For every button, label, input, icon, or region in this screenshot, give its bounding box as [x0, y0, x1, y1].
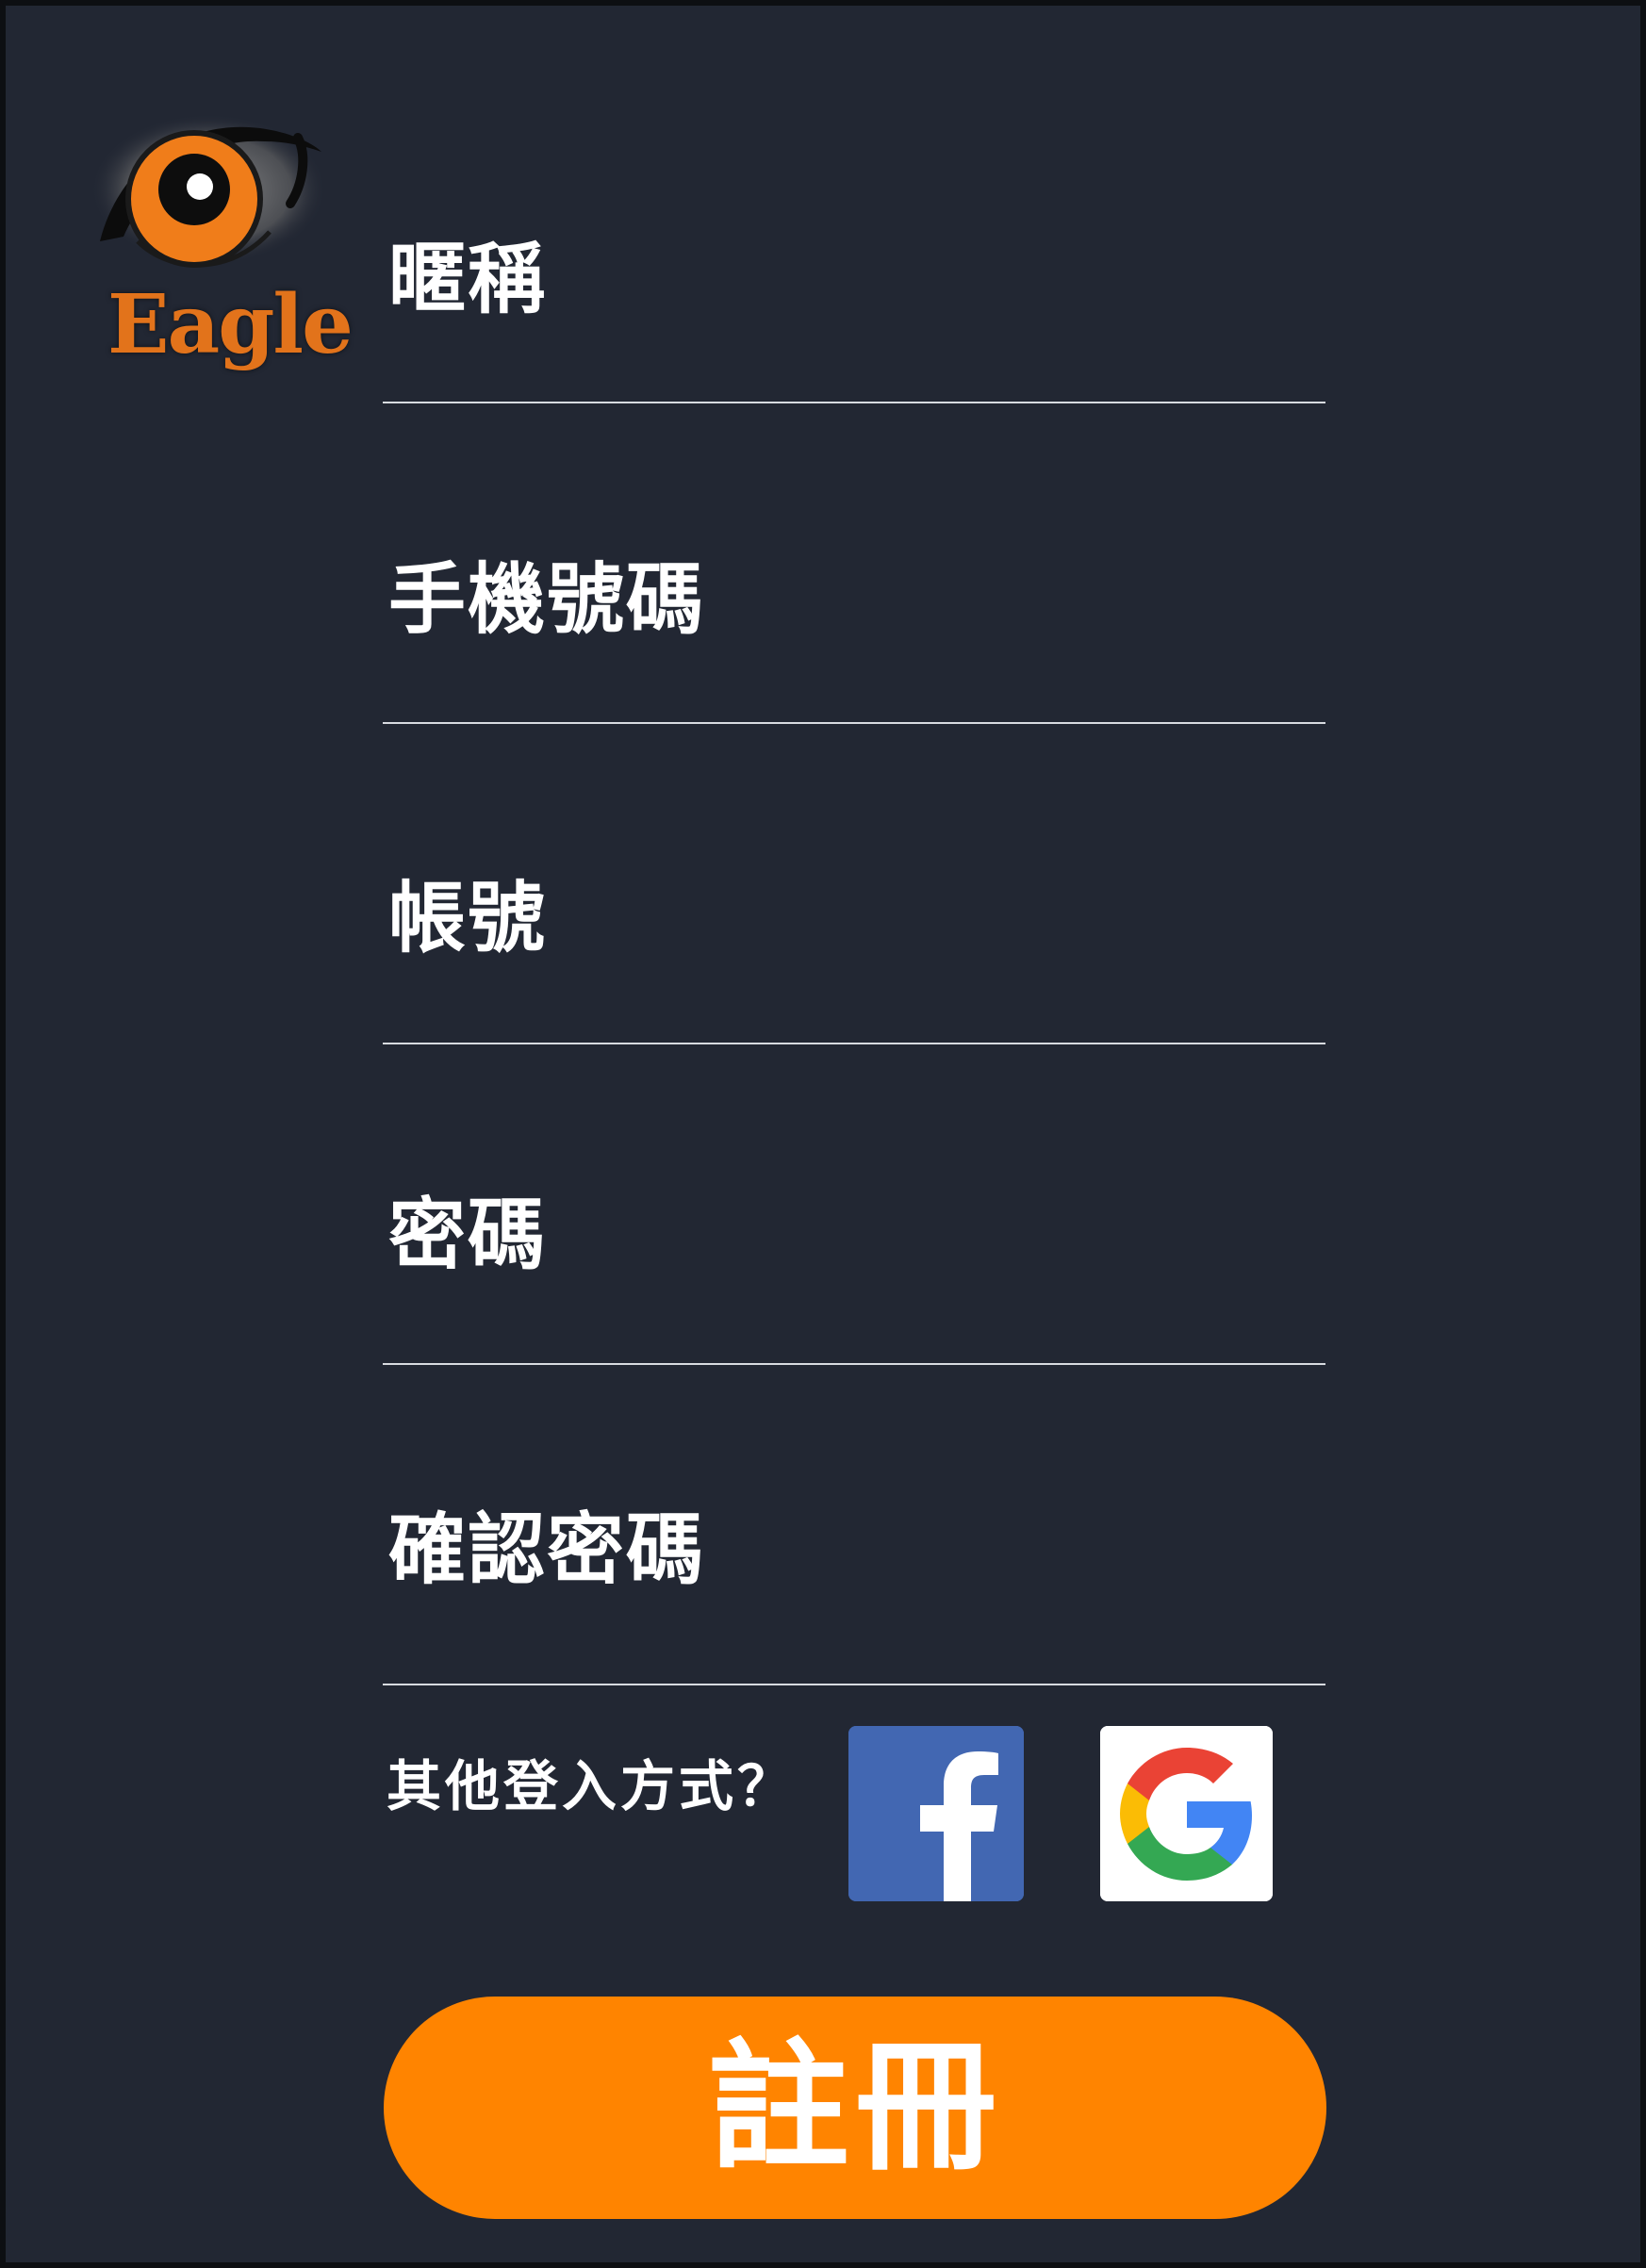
password-underline [383, 1363, 1325, 1365]
account-input[interactable] [383, 967, 1329, 1054]
facebook-icon [848, 1726, 1024, 1901]
eagle-logo: Eagle [81, 100, 354, 402]
account-underline [383, 1043, 1325, 1044]
confirm-password-input[interactable] [383, 1599, 1329, 1685]
confirm-password-label: 確認密碼 [388, 1505, 706, 1595]
registration-screen: Eagle 暱稱 手機號碼 帳號 密碼 確認密碼 其他登入方式？ 註冊 [0, 0, 1646, 2268]
facebook-login-button[interactable] [848, 1726, 1024, 1901]
confirm-password-underline [383, 1684, 1325, 1685]
password-field: 密碼 [383, 1191, 1329, 1382]
nickname-underline [383, 402, 1325, 403]
google-login-button[interactable] [1100, 1726, 1273, 1901]
phone-label: 手機號碼 [388, 555, 706, 645]
account-field: 帳號 [383, 873, 1329, 1061]
nickname-input[interactable] [383, 326, 1329, 413]
eagle-eye-icon [91, 114, 326, 268]
phone-field: 手機號碼 [383, 552, 1329, 741]
account-label: 帳號 [388, 874, 548, 963]
google-icon [1100, 1726, 1273, 1901]
other-login-label: 其他登入方式？ [387, 1754, 797, 1818]
password-input[interactable] [383, 1288, 1329, 1374]
phone-input[interactable] [383, 647, 1329, 733]
confirm-password-field: 確認密碼 [383, 1505, 1329, 1702]
phone-underline [383, 722, 1325, 724]
logo-text: Eagle [107, 277, 354, 372]
password-label: 密碼 [388, 1191, 548, 1280]
nickname-label: 暱稱 [388, 235, 548, 324]
nickname-field: 暱稱 [383, 232, 1329, 420]
register-button[interactable]: 註冊 [384, 1997, 1326, 2219]
